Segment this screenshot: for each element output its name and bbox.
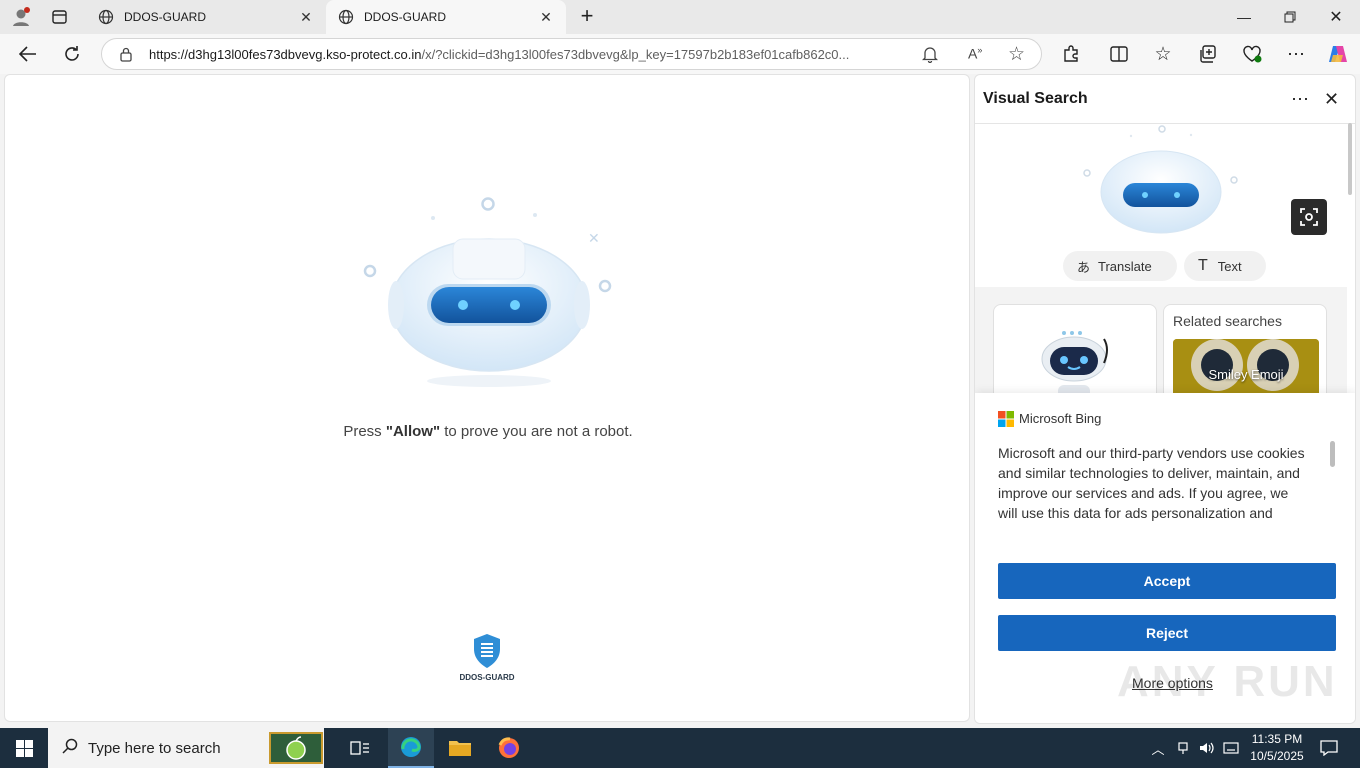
copilot-icon[interactable] — [1323, 40, 1353, 68]
tab-actions-icon[interactable] — [50, 8, 70, 26]
firefox-icon[interactable] — [487, 728, 531, 768]
close-icon[interactable]: ✕ — [536, 9, 556, 26]
file-explorer-icon[interactable] — [438, 728, 482, 768]
address-bar[interactable]: https://d3hg13l00fes73dbvevg.kso-protect… — [101, 38, 1042, 70]
prompt-allow: "Allow" — [385, 423, 441, 440]
title-bar: DDOS-GUARD ✕ DDOS-GUARD ✕ + — ✕ — [0, 0, 1360, 34]
robot-illustration: ✕ — [361, 195, 617, 395]
search-image-thumbnail[interactable] — [1083, 125, 1243, 235]
profile-icon[interactable] — [10, 6, 32, 28]
read-aloud-icon[interactable]: A» — [968, 45, 982, 62]
reject-button[interactable]: Reject — [998, 615, 1336, 651]
text-label: Text — [1217, 258, 1242, 274]
notification-icon[interactable] — [1314, 728, 1344, 768]
tab-ddos-guard-1[interactable]: DDOS-GUARD ✕ — [86, 0, 326, 34]
favorite-icon[interactable]: ☆ — [1008, 43, 1025, 66]
accept-button[interactable]: Accept — [998, 563, 1336, 599]
more-icon[interactable]: ⋯ — [1281, 40, 1311, 68]
taskbar-search[interactable]: Type here to search — [48, 728, 324, 768]
url-path: /x/?clickid=d3hg13l00fes73dbvevg&lp_key=… — [421, 47, 850, 62]
new-tab-icon[interactable]: + — [576, 5, 598, 28]
collections-icon[interactable] — [1193, 40, 1223, 68]
clock-date: 10/5/2025 — [1250, 749, 1304, 763]
ime-icon[interactable] — [1220, 728, 1242, 768]
panel-more-icon[interactable]: ⋯ — [1291, 89, 1309, 110]
lock-icon[interactable] — [119, 47, 133, 65]
clock-time: 11:35 PM — [1251, 732, 1303, 746]
text-button[interactable]: T Text — [1184, 251, 1266, 281]
restore-icon[interactable] — [1267, 0, 1313, 34]
prompt-text-after: to prove you are not a robot. — [440, 423, 633, 440]
url-host: https://d3hg13l00fes73dbvevg.kso-protect… — [149, 47, 422, 62]
translate-button[interactable]: あ Translate — [1063, 251, 1177, 281]
minimize-icon[interactable]: — — [1221, 0, 1267, 34]
related-searches-card[interactable]: Related searches Smiley Emoji — [1163, 304, 1327, 404]
tab-title: DDOS-GUARD — [124, 10, 207, 24]
url-text[interactable]: https://d3hg13l00fes73dbvevg.kso-protect… — [149, 47, 914, 62]
robot-check-prompt: Press "Allow" to prove you are not a rob… — [5, 423, 971, 440]
consent-scrollbar[interactable] — [1330, 441, 1335, 467]
ddos-guard-logo: DDOS-GUARD — [457, 633, 517, 683]
split-screen-icon[interactable] — [1104, 40, 1134, 68]
search-placeholder: Type here to search — [88, 739, 221, 757]
chevron-up-icon[interactable]: ︿ — [1148, 728, 1168, 768]
bell-icon[interactable] — [921, 45, 939, 66]
clock[interactable]: 11:35 PM 10/5/2025 — [1246, 731, 1308, 765]
similar-image-card[interactable] — [993, 304, 1157, 404]
prompt-text-before: Press — [343, 423, 386, 440]
shield-icon — [474, 634, 500, 668]
translate-icon: あ — [1077, 259, 1091, 275]
address-toolbar: https://d3hg13l00fes73dbvevg.kso-protect… — [0, 34, 1360, 74]
visual-search-icon[interactable] — [1291, 199, 1327, 235]
cookie-consent-dialog: Microsoft Bing Microsoft and our third-p… — [975, 393, 1355, 723]
page-content: ✕ Press "Allow" to prove you are not a r… — [4, 74, 970, 722]
windows-start-icon[interactable] — [0, 728, 48, 768]
edge-icon[interactable] — [388, 728, 434, 768]
panel-title: Visual Search — [983, 90, 1088, 107]
back-icon[interactable] — [13, 40, 43, 68]
anyrun-watermark: ANY RUN — [1117, 657, 1338, 706]
taskbar: Type here to search ︿ 11:35 PM 10/5/2025 — [0, 728, 1360, 768]
search-icon — [62, 738, 78, 758]
favorites-icon[interactable]: ☆ — [1148, 40, 1178, 68]
search-highlight-icon[interactable] — [269, 732, 323, 764]
globe-icon — [338, 9, 354, 25]
consent-brand: Microsoft Bing — [1019, 411, 1102, 426]
related-heading: Related searches — [1173, 313, 1282, 329]
svg-text:✕: ✕ — [588, 231, 600, 247]
tab-title: DDOS-GUARD — [364, 10, 447, 24]
panel-close-icon[interactable]: ✕ — [1324, 89, 1339, 110]
volume-icon[interactable] — [1196, 728, 1218, 768]
panel-scrollbar[interactable] — [1348, 123, 1352, 195]
close-icon[interactable]: ✕ — [296, 9, 316, 26]
microsoft-logo-icon — [998, 411, 1014, 427]
network-icon[interactable] — [1173, 728, 1193, 768]
translate-label: Translate — [1098, 258, 1152, 274]
extensions-icon[interactable] — [1056, 40, 1086, 68]
logo-text: DDOS-GUARD — [459, 673, 515, 682]
task-view-icon[interactable] — [340, 728, 380, 768]
globe-icon — [98, 9, 114, 25]
text-icon: T — [1198, 257, 1208, 274]
panel-divider — [975, 123, 1355, 124]
browser-essentials-icon[interactable] — [1237, 40, 1267, 68]
consent-text: Microsoft and our third-party vendors us… — [998, 445, 1305, 521]
visual-search-panel: Visual Search ⋯ ✕ あ Translate T Text Rel… — [974, 74, 1356, 724]
window-close-icon[interactable]: ✕ — [1313, 0, 1359, 34]
tab-ddos-guard-2[interactable]: DDOS-GUARD ✕ — [326, 0, 566, 34]
refresh-icon[interactable] — [57, 40, 87, 68]
related-item-label: Smiley Emoji — [1208, 367, 1284, 382]
